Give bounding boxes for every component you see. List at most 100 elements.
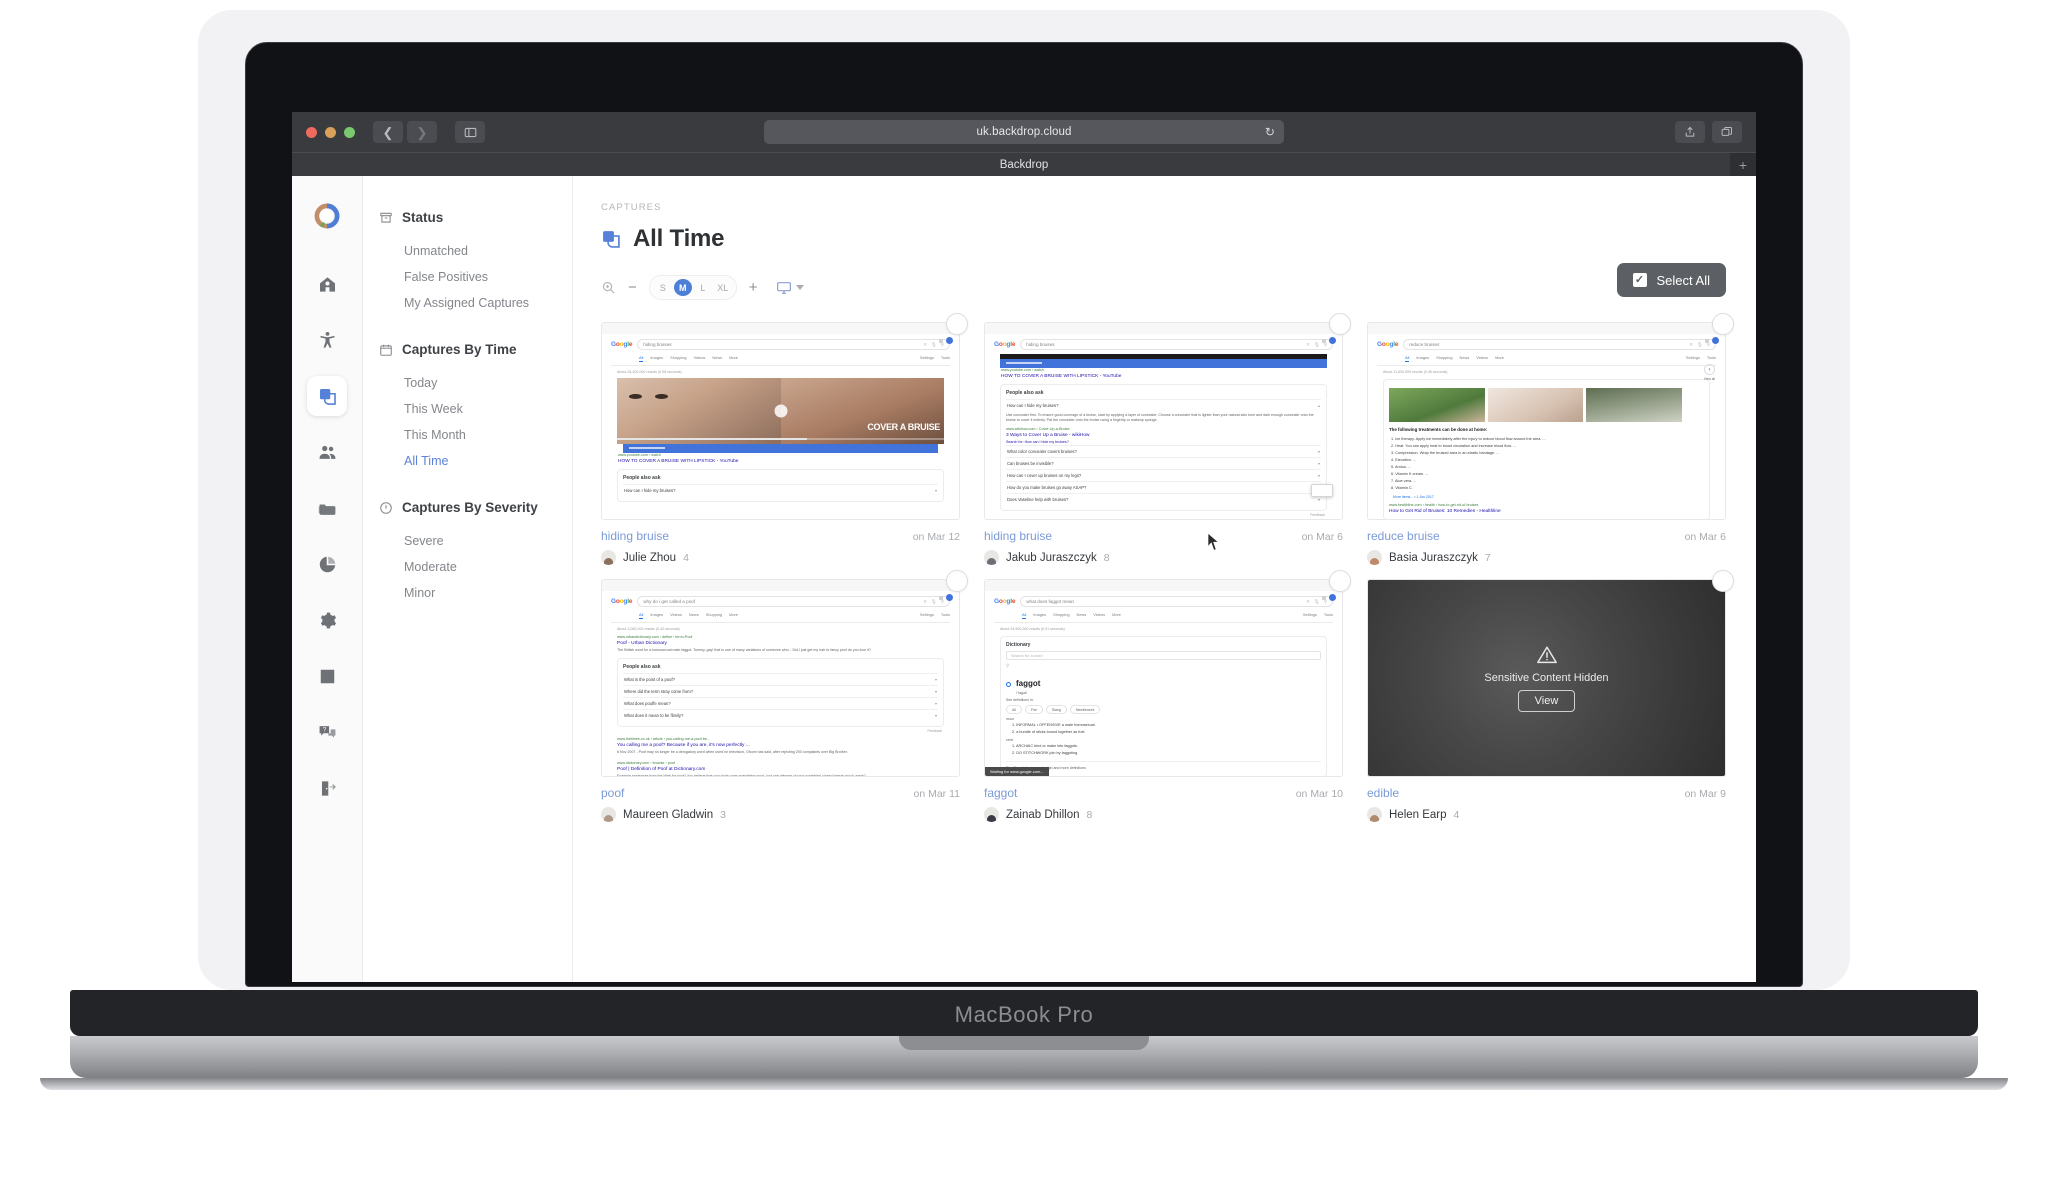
- paa-question[interactable]: How can I hide my bruises? ▾: [623, 484, 938, 496]
- filter-item-moderate[interactable]: Moderate: [379, 554, 572, 580]
- result-title[interactable]: How to Get Rid of Bruises: 10 Remedies -…: [1389, 509, 1704, 514]
- sidebar-item-captures[interactable]: [307, 376, 347, 416]
- paa-question[interactable]: How do you make bruises go away ASAP?▾: [1006, 481, 1321, 493]
- tab-shopping[interactable]: Shopping: [1436, 355, 1452, 362]
- zoom-in-icon[interactable]: [601, 280, 616, 295]
- sidebar-toggle-icon[interactable]: [455, 121, 485, 143]
- capture-user[interactable]: Basia Juraszczyk: [1389, 552, 1478, 564]
- tools-link[interactable]: Tools: [941, 355, 950, 362]
- paa-question[interactable]: What does it mean to be flimily? ▾: [623, 709, 938, 721]
- tab-all[interactable]: All: [639, 355, 644, 362]
- feedback-link[interactable]: Feedback: [994, 513, 1333, 517]
- close-window-button[interactable]: [306, 126, 317, 138]
- settings-link[interactable]: Settings: [920, 355, 934, 362]
- filter-item-all-time[interactable]: All Time: [379, 448, 572, 474]
- capture-term[interactable]: reduce bruise: [1367, 529, 1440, 543]
- filter-item-this-week[interactable]: This Week: [379, 396, 572, 422]
- tab-more[interactable]: More: [729, 612, 738, 619]
- settings-link[interactable]: Settings: [920, 612, 934, 619]
- view-sensitive-button[interactable]: View: [1517, 690, 1576, 712]
- filter-item-my-assigned-captures[interactable]: My Assigned Captures: [379, 290, 572, 316]
- capture-term[interactable]: poof: [601, 786, 624, 800]
- capture-card[interactable]: Google what does faggot mean ✕ 🎙 ⚲ All I…: [984, 570, 1351, 822]
- paa-question[interactable]: How can I cover up bruises on my legs? ▾: [1006, 469, 1321, 481]
- settings-link[interactable]: Settings: [1686, 355, 1700, 362]
- sidebar-item-support[interactable]: ?: [307, 712, 347, 752]
- size-option-l[interactable]: L: [694, 279, 712, 296]
- capture-thumbnail[interactable]: Google hiding bruises ✕ 🎙 ⚲: [984, 322, 1343, 520]
- tools-link[interactable]: Tools: [1324, 612, 1333, 619]
- tab-videos[interactable]: Videos: [694, 355, 706, 362]
- settings-link[interactable]: Settings: [1303, 612, 1317, 619]
- size-selector[interactable]: S M L XL: [648, 275, 737, 300]
- view-all-label[interactable]: View all: [1704, 377, 1715, 381]
- search-box[interactable]: why do i get called a poof ✕ 🎙 ⚲: [637, 596, 950, 607]
- share-icon[interactable]: [1675, 121, 1705, 143]
- filter-item-this-month[interactable]: This Month: [379, 422, 572, 448]
- tools-link[interactable]: Tools: [941, 612, 950, 619]
- capture-user[interactable]: Julie Zhou: [623, 552, 676, 564]
- sidebar-item-settings[interactable]: [307, 600, 347, 640]
- capture-thumbnail[interactable]: Sensitive Content Hidden View: [1367, 579, 1726, 777]
- tab-news[interactable]: News: [1460, 355, 1470, 362]
- filter-item-unmatched[interactable]: Unmatched: [379, 238, 572, 264]
- chip-needlework[interactable]: Needlework: [1069, 705, 1101, 714]
- sidebar-toggle-group[interactable]: [455, 121, 485, 143]
- search-icon[interactable]: ⚲: [1006, 663, 1321, 669]
- decrease-size-button[interactable]: −: [628, 280, 637, 295]
- result-title[interactable]: HOW TO COVER A BRUISE WITH LIPSTICK - Yo…: [618, 459, 943, 464]
- paa-answer-link[interactable]: 3 Ways to Cover Up a Bruise - wikiHow: [1006, 433, 1321, 438]
- tab-images[interactable]: Images: [650, 612, 663, 619]
- reload-icon[interactable]: ↻: [1265, 125, 1275, 139]
- chip-fire[interactable]: Fire: [1024, 705, 1043, 714]
- paa-question[interactable]: Can bruises be invisible? ▾: [1006, 457, 1321, 469]
- card-select-checkbox[interactable]: [1712, 313, 1734, 335]
- video-result[interactable]: COVER A BRUISE www.youtube.com › watch H…: [617, 378, 944, 464]
- sidebar-item-reports[interactable]: [307, 544, 347, 584]
- definition-chips[interactable]: All Fire Slang Needlework: [1006, 705, 1321, 714]
- card-select-checkbox[interactable]: [1712, 570, 1734, 592]
- card-select-checkbox[interactable]: [1329, 313, 1351, 335]
- tab-all[interactable]: All: [1405, 355, 1410, 362]
- view-mode-dropdown[interactable]: [776, 280, 804, 296]
- capture-thumbnail[interactable]: Google reduce bruises ✕ 🎙 ⚲ All Images S…: [1367, 322, 1726, 520]
- tab-shopping[interactable]: Shopping: [670, 355, 686, 362]
- feedback-link[interactable]: Feedback: [611, 729, 950, 733]
- select-all-button[interactable]: ✓ Select All: [1616, 263, 1726, 297]
- more-items-link[interactable]: More items... • 1 Jun 2017: [1393, 495, 1704, 499]
- increase-size-button[interactable]: +: [749, 280, 758, 295]
- capture-thumbnail[interactable]: Google what does faggot mean ✕ 🎙 ⚲ All I…: [984, 579, 1343, 777]
- result-title[interactable]: Poof - Urban Dictionary: [617, 641, 944, 646]
- tab-shopping[interactable]: Shopping: [706, 612, 722, 619]
- paa-question[interactable]: What is the point of a poof? ▾: [623, 673, 938, 685]
- sidebar-item-wellbeing[interactable]: [307, 320, 347, 360]
- tab-more[interactable]: More: [729, 355, 738, 362]
- capture-card[interactable]: Sensitive Content Hidden View edible on …: [1367, 570, 1734, 822]
- tab-all[interactable]: All: [1022, 612, 1027, 619]
- result-title[interactable]: You calling me a poof? Because if you ar…: [617, 743, 944, 748]
- capture-user[interactable]: Helen Earp: [1389, 809, 1447, 821]
- tab-news[interactable]: News: [689, 612, 699, 619]
- tab-more[interactable]: More: [1495, 355, 1504, 362]
- tab-shopping[interactable]: Shopping: [1053, 612, 1069, 619]
- size-option-xl[interactable]: XL: [714, 279, 732, 296]
- capture-thumbnail[interactable]: Google why do i get called a poof ✕ 🎙 ⚲: [601, 579, 960, 777]
- capture-card[interactable]: Google reduce bruises ✕ 🎙 ⚲ All Images S…: [1367, 313, 1734, 565]
- active-tab-title[interactable]: Backdrop: [1000, 159, 1049, 171]
- search-box[interactable]: hiding bruises ✕ 🎙 ⚲: [1020, 339, 1333, 350]
- speaker-icon[interactable]: [1006, 681, 1011, 687]
- paa-question[interactable]: What does pouffe mean? ▾: [623, 697, 938, 709]
- capture-term[interactable]: hiding bruise: [984, 529, 1052, 543]
- capture-term[interactable]: hiding bruise: [601, 529, 669, 543]
- backdrop-logo[interactable]: [313, 202, 341, 230]
- tab-all[interactable]: All: [639, 612, 644, 619]
- size-option-s[interactable]: S: [654, 279, 672, 296]
- capture-user[interactable]: Jakub Juraszczyk: [1006, 552, 1097, 564]
- paa-question[interactable]: Does Vaseline help with bruises? ▾: [1006, 493, 1321, 505]
- tab-overview-icon[interactable]: [1712, 121, 1742, 143]
- tab-images[interactable]: Images: [650, 355, 663, 362]
- minimize-window-button[interactable]: [325, 126, 336, 138]
- card-select-checkbox[interactable]: [946, 313, 968, 335]
- tab-images[interactable]: Images: [1033, 612, 1046, 619]
- filter-item-false-positives[interactable]: False Positives: [379, 264, 572, 290]
